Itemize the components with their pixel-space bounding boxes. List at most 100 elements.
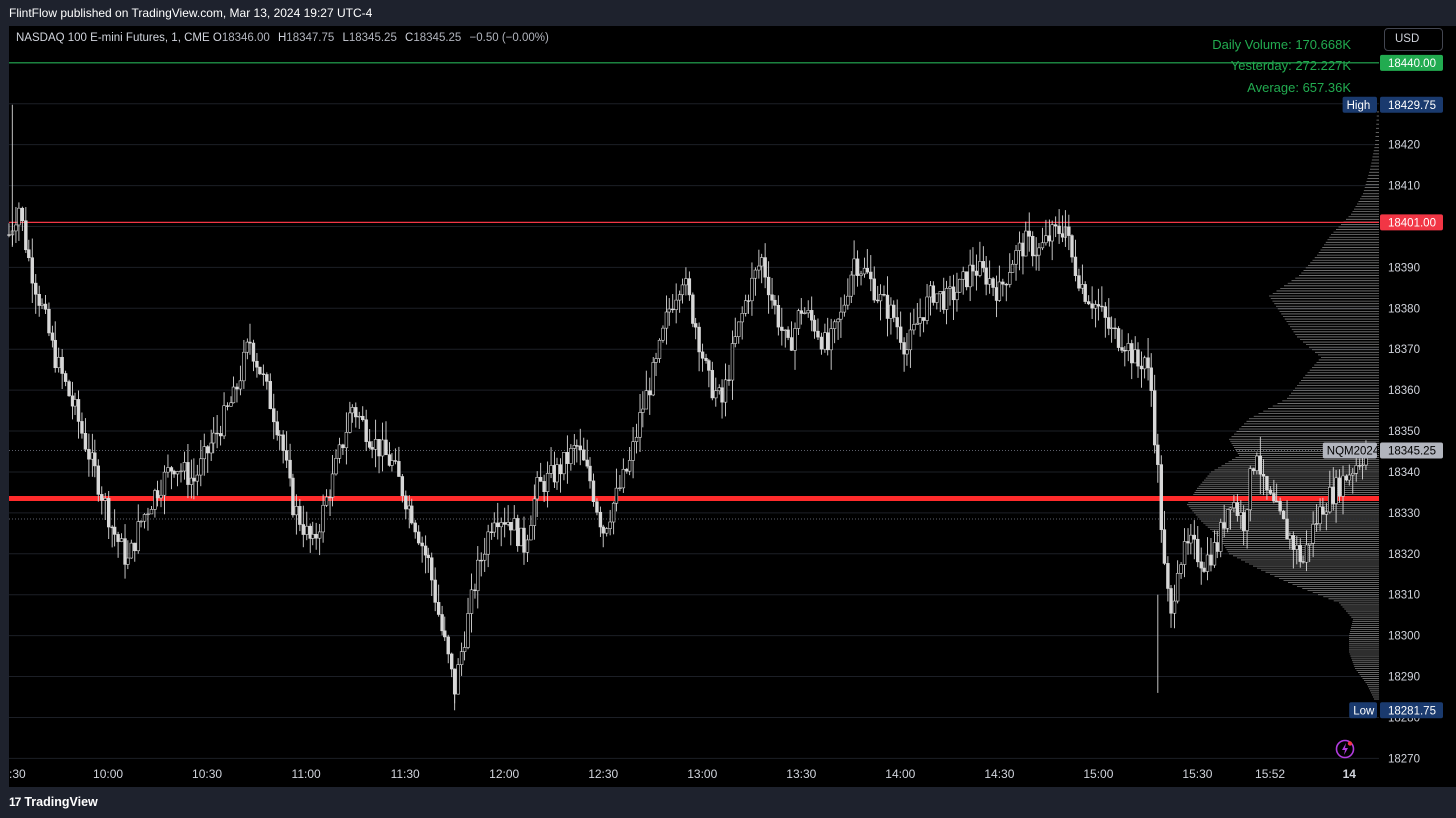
candle-body — [925, 296, 929, 321]
candle-body — [876, 299, 880, 302]
candle-body — [895, 317, 899, 328]
candle-body — [611, 502, 616, 523]
candle-body — [786, 329, 790, 338]
candle-body — [1344, 475, 1349, 481]
currency-button[interactable]: USD — [1384, 28, 1443, 51]
candle-body — [842, 304, 847, 313]
candle-body — [1228, 507, 1233, 510]
candle-body — [367, 441, 372, 448]
candle-body — [1123, 349, 1127, 352]
candle-body — [1083, 284, 1087, 302]
candle-body — [799, 310, 803, 314]
candle-body — [882, 294, 886, 296]
candle-body — [898, 326, 903, 343]
candle-body — [704, 357, 708, 361]
candle-body — [192, 477, 196, 482]
candle-body — [1357, 465, 1362, 467]
candle-body — [1113, 327, 1117, 330]
candle-body — [298, 506, 302, 525]
candle-body — [413, 522, 417, 533]
candle-body — [27, 249, 31, 259]
candle-body — [664, 311, 669, 329]
candle-body — [251, 342, 256, 362]
candle-body — [538, 476, 543, 482]
candle-body — [361, 415, 365, 421]
chart-area[interactable] — [9, 26, 1379, 787]
candle-body — [1245, 509, 1249, 531]
x-tick-label: 12:30 — [588, 767, 618, 781]
lightning-icon[interactable] — [1335, 739, 1355, 759]
candle-body — [555, 464, 559, 483]
candle-body — [1248, 468, 1252, 511]
candle-body — [344, 432, 349, 449]
y-tick-label: 18290 — [1388, 672, 1420, 684]
candle-body — [1351, 472, 1355, 476]
candle-body — [588, 465, 592, 482]
y-tick-label: 18390 — [1388, 262, 1420, 274]
candle-body — [1307, 542, 1312, 546]
tradingview-mark-icon: 17 — [9, 795, 21, 809]
candle-body — [714, 390, 718, 399]
candle-body — [634, 436, 639, 442]
candle-body — [350, 407, 355, 414]
candle-body — [1341, 475, 1345, 497]
candle-body — [182, 462, 187, 472]
candle-body — [928, 285, 933, 298]
candle-body — [812, 319, 817, 332]
candle-body — [878, 294, 883, 302]
candle-body — [591, 480, 596, 502]
candle-body — [618, 487, 622, 489]
y-tick-label: 18370 — [1388, 344, 1420, 356]
candle-body — [595, 501, 599, 513]
high-tag-side-label: High — [1347, 100, 1371, 112]
candle-body — [1031, 235, 1035, 257]
candle-body — [984, 267, 988, 285]
candle-body — [1212, 542, 1217, 566]
candle-body — [968, 264, 972, 288]
x-tick-label: 15:52 — [1255, 767, 1285, 781]
y-tick-label: 18380 — [1388, 303, 1420, 315]
level-tag-value: 18440.00 — [1388, 58, 1436, 70]
candle-body — [1288, 535, 1292, 540]
candle-body — [733, 336, 737, 344]
candle-body — [1162, 529, 1167, 564]
candle-body — [1060, 233, 1065, 238]
candle-body — [1086, 301, 1091, 305]
candle-body — [370, 447, 374, 450]
price-chart[interactable]: 18420 18410 18390 18380 18370 18360 18350 18340… — [0, 0, 1456, 818]
average-volume: Average: 657.36K — [1247, 80, 1351, 95]
candle-body — [1252, 468, 1256, 471]
candle-body — [687, 278, 692, 296]
candle-body — [1261, 474, 1266, 477]
candle-body — [627, 460, 632, 472]
candle-body — [1004, 283, 1008, 286]
candle-body — [83, 432, 88, 450]
high-tag-value: 18429.75 — [1388, 100, 1436, 112]
candle-body — [142, 514, 147, 522]
candle-body — [275, 421, 279, 436]
y-tick-label: 18270 — [1388, 753, 1420, 765]
candle-body — [483, 553, 487, 561]
candle-body — [522, 527, 526, 553]
candle-body — [1311, 523, 1315, 544]
candle-body — [720, 387, 724, 403]
candle-body — [839, 311, 843, 320]
candle-body — [1196, 538, 1200, 563]
candle-body — [229, 402, 233, 407]
candle-body — [1205, 554, 1210, 572]
candle-body — [123, 538, 127, 565]
candle-body — [951, 286, 956, 301]
y-tick-label: 18340 — [1388, 467, 1420, 479]
candle-body — [789, 337, 794, 351]
candle-body — [199, 458, 203, 476]
candle-body — [390, 460, 394, 466]
candle-body — [1139, 365, 1144, 370]
candle-body — [1037, 247, 1041, 256]
tradingview-logo[interactable]: 17 TradingView — [9, 795, 98, 809]
candle-body — [852, 258, 856, 276]
candle-body — [129, 542, 134, 559]
candle-body — [443, 630, 447, 638]
candle-body — [56, 356, 61, 369]
candle-body — [330, 473, 335, 498]
bottom-bar — [0, 787, 1456, 818]
